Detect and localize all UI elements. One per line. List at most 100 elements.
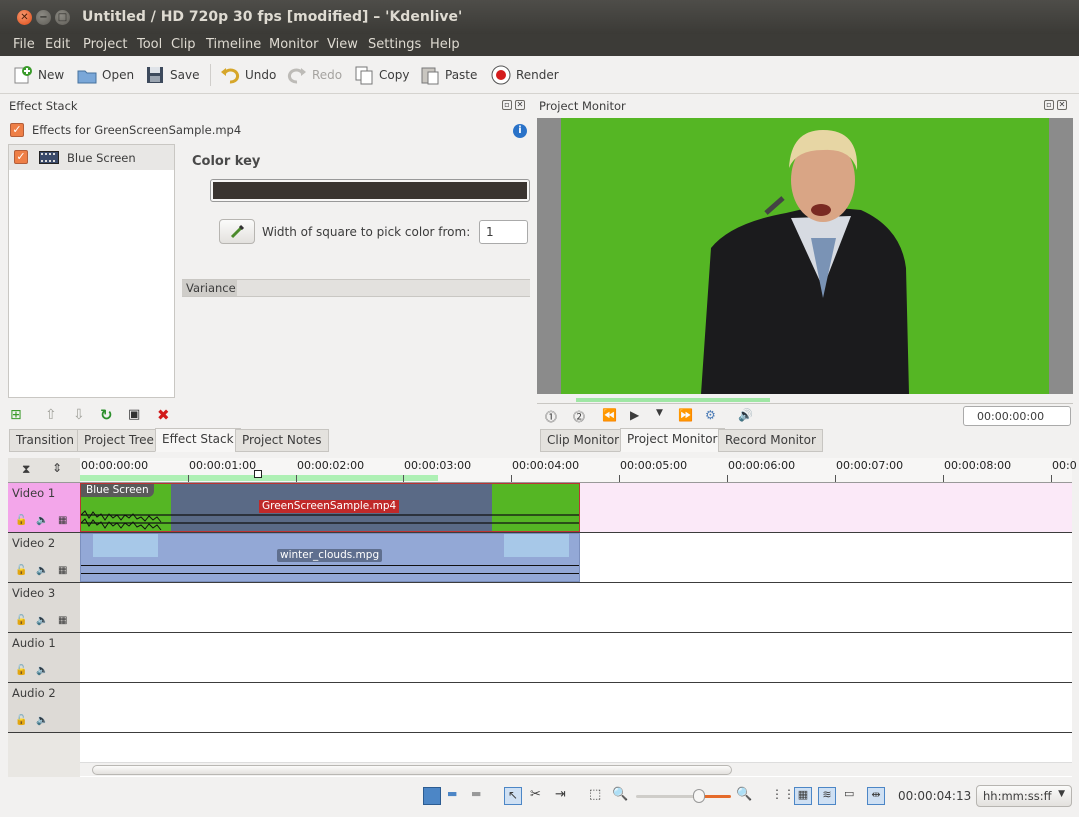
float-panel-icon[interactable]: ▫ — [502, 100, 512, 110]
pick-color-button[interactable] — [219, 219, 255, 244]
menu-tool[interactable]: Tool — [137, 37, 162, 52]
save-effect-icon[interactable]: ▣ — [128, 407, 140, 422]
menu-settings[interactable]: Settings — [368, 37, 421, 52]
tab-clip-monitor[interactable]: Clip Monitor — [540, 429, 627, 452]
float-monitor-icon[interactable]: ▫ — [1044, 100, 1054, 110]
track-body-audio-2[interactable] — [80, 683, 1072, 733]
tab-transition[interactable]: Transition — [9, 429, 82, 452]
monitor-screen[interactable] — [537, 118, 1073, 394]
tab-project-notes[interactable]: Project Notes — [235, 429, 329, 452]
tab-record-monitor[interactable]: Record Monitor — [718, 429, 823, 452]
zoom-in-icon[interactable]: 🔍 — [736, 787, 754, 805]
close-panel-icon[interactable]: ✕ — [515, 100, 525, 110]
move-down-icon[interactable]: ⇩ — [73, 407, 85, 423]
video-toggle-icon[interactable]: ▦ — [58, 615, 67, 626]
spacer-tool-icon[interactable]: ⇥ — [555, 787, 573, 805]
track-body-video-3[interactable] — [80, 583, 1072, 633]
zoom-out-icon[interactable]: 🔍 — [612, 787, 630, 805]
color-key-picker[interactable] — [210, 179, 530, 202]
menu-timeline[interactable]: Timeline — [206, 37, 261, 52]
track-header-audio-2[interactable]: Audio 2 🔓 🔈 — [8, 683, 80, 733]
play-menu-chevron-icon[interactable]: ▼ — [656, 408, 663, 418]
fit-timeline-icon[interactable]: ⬚ — [589, 787, 607, 805]
mute-icon[interactable]: 🔈 — [36, 665, 48, 676]
menu-monitor[interactable]: Monitor — [269, 37, 318, 52]
rewind-icon[interactable]: ⏪ — [602, 408, 617, 422]
close-monitor-icon[interactable]: ✕ — [1057, 100, 1067, 110]
effect-enabled-checkbox[interactable]: ✓ — [14, 150, 28, 164]
undo-button[interactable]: Undo — [220, 64, 276, 86]
video-toggle-icon[interactable]: ▦ — [58, 515, 67, 526]
menu-project[interactable]: Project — [83, 37, 127, 52]
play-icon[interactable]: ▶ — [630, 408, 639, 422]
track-header-audio-1[interactable]: Audio 1 🔓 🔈 — [8, 633, 80, 683]
mute-icon[interactable]: 🔈 — [36, 715, 48, 726]
tab-project-monitor[interactable]: Project Monitor — [620, 428, 725, 452]
track-header-video-3[interactable]: Video 3 🔓 🔈 ▦ — [8, 583, 80, 633]
show-video-thumbs-icon[interactable]: ▦ — [794, 787, 812, 805]
minimize-window-button[interactable]: − — [36, 10, 51, 25]
monitor-config-icon[interactable]: ⚙ — [705, 408, 716, 422]
mute-icon[interactable]: 🔈 — [36, 515, 48, 526]
open-button[interactable]: Open — [77, 64, 134, 86]
lock-icon[interactable]: 🔓 — [15, 565, 27, 576]
track-body-audio-1[interactable] — [80, 633, 1072, 683]
time-format-select[interactable]: hh:mm:ss:ff ▼ — [976, 785, 1072, 807]
paste-button[interactable]: Paste — [420, 64, 477, 86]
redo-button[interactable]: Redo — [287, 64, 342, 86]
track-height-icon[interactable]: ⇕ — [52, 461, 62, 475]
lock-icon[interactable]: 🔓 — [15, 615, 27, 626]
track-header-video-1[interactable]: Video 1 🔓 🔈 ▦ — [8, 483, 80, 533]
video-toggle-icon[interactable]: ▦ — [58, 565, 67, 576]
tab-effect-stack[interactable]: Effect Stack — [155, 428, 241, 452]
effects-enable-checkbox[interactable]: ✓ — [10, 123, 24, 137]
zoom-slider[interactable] — [636, 795, 731, 798]
lock-icon[interactable]: 🔓 — [15, 715, 27, 726]
add-effect-icon[interactable]: ⊞ — [10, 407, 22, 423]
lock-icon[interactable]: 🔓 — [15, 665, 27, 676]
snap-icon[interactable]: ⋮⋮ — [771, 787, 795, 805]
show-audio-thumbs-icon[interactable]: ≋ — [818, 787, 836, 805]
reset-effect-icon[interactable]: ↻ — [100, 406, 113, 424]
scrollbar-thumb[interactable] — [92, 765, 732, 775]
set-zone-start-icon[interactable]: ⓵ — [545, 408, 557, 425]
maximize-window-button[interactable]: □ — [55, 10, 70, 25]
menu-view[interactable]: View — [327, 37, 358, 52]
info-icon[interactable]: i — [513, 124, 527, 138]
tab-project-tree[interactable]: Project Tree — [77, 429, 161, 452]
show-markers-icon[interactable]: ▭ — [844, 787, 862, 805]
mute-icon[interactable]: 🔈 — [36, 615, 48, 626]
menu-help[interactable]: Help — [430, 37, 460, 52]
set-zone-end-icon[interactable]: ⓶ — [573, 408, 585, 425]
audio-thumbnails-icon[interactable]: ▬ — [447, 787, 465, 805]
close-window-button[interactable]: ✕ — [17, 10, 32, 25]
clip-winter-clouds[interactable]: winter_clouds.mpg — [80, 533, 580, 582]
volume-icon[interactable]: 🔊 — [738, 408, 753, 422]
variance-slider[interactable]: Variance — [182, 279, 530, 297]
width-square-input[interactable]: 1 — [479, 220, 528, 244]
snap-toggle-icon[interactable]: ⇹ — [867, 787, 885, 805]
clip-green-screen[interactable]: Blue Screen GreenScreenSample.mp4 — [80, 483, 580, 532]
timeline-scrollbar[interactable] — [80, 762, 1072, 776]
delete-effect-icon[interactable]: ✖ — [157, 406, 170, 424]
forward-icon[interactable]: ⏩ — [678, 408, 693, 422]
markers-icon[interactable]: ▬ — [471, 787, 489, 805]
video-thumbnails-icon[interactable] — [423, 787, 441, 805]
move-up-icon[interactable]: ⇧ — [45, 407, 57, 423]
monitor-ruler[interactable] — [537, 394, 1073, 404]
menu-file[interactable]: File — [13, 37, 35, 52]
menu-edit[interactable]: Edit — [45, 37, 70, 52]
razor-tool-icon[interactable]: ✂ — [530, 787, 548, 805]
fit-zoom-icon[interactable]: ⧗ — [22, 462, 30, 477]
menu-clip[interactable]: Clip — [171, 37, 196, 52]
lock-icon[interactable]: 🔓 — [15, 515, 27, 526]
mute-icon[interactable]: 🔈 — [36, 565, 48, 576]
zoom-slider-handle[interactable] — [693, 789, 705, 803]
effect-list-item[interactable]: ✓ Blue Screen — [9, 145, 174, 170]
save-button[interactable]: Save — [145, 64, 199, 86]
monitor-timecode-field[interactable]: 00:00:00:00 — [963, 406, 1071, 426]
new-button[interactable]: New — [13, 64, 64, 86]
render-button[interactable]: Render — [491, 64, 559, 86]
track-header-video-2[interactable]: Video 2 🔓 🔈 ▦ — [8, 533, 80, 583]
copy-button[interactable]: Copy — [354, 64, 409, 86]
